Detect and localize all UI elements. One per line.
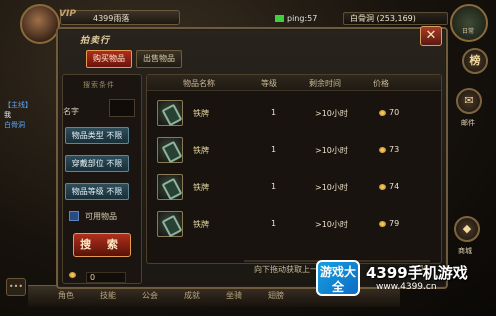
item-level: 1 bbox=[271, 108, 277, 117]
chat-line: 【主线】 bbox=[4, 101, 32, 109]
leaderboard-icon[interactable]: 榜 bbox=[462, 48, 488, 74]
gold-row: 0 bbox=[69, 271, 126, 283]
item-level: 1 bbox=[271, 145, 277, 154]
header-level: 等级 bbox=[261, 79, 277, 88]
menu-role[interactable]: 角色 bbox=[58, 290, 74, 301]
header-price: 价格 bbox=[373, 79, 389, 88]
gold-coin-icon bbox=[379, 184, 386, 190]
mail-label: 邮件 bbox=[461, 119, 475, 127]
tab-sell[interactable]: 出售物品 bbox=[136, 50, 182, 68]
watermark-url: www.4399.cn bbox=[376, 282, 437, 292]
vip-badge: VIP bbox=[59, 9, 76, 19]
chat-line: 白骨洞 bbox=[4, 121, 25, 129]
list-header: 物品名称 等级 剩余时间 价格 bbox=[147, 75, 441, 91]
watermark: 游戏大全 4399手机游戏 www.4399.cn bbox=[316, 260, 492, 298]
menu-wing[interactable]: 翅膀 bbox=[268, 290, 284, 301]
name-input[interactable] bbox=[109, 99, 135, 117]
more-icon[interactable]: ••• bbox=[6, 278, 26, 296]
iron-plate-icon[interactable] bbox=[157, 137, 183, 163]
player-bar: VIP 4399雨落 bbox=[59, 9, 180, 25]
item-level: 1 bbox=[271, 182, 277, 191]
player-avatar[interactable] bbox=[20, 4, 60, 44]
ping-text: ping:57 bbox=[287, 14, 318, 23]
table-row[interactable]: 铁牌 1 >10小时 73 bbox=[149, 134, 441, 170]
map-location: 白骨洞 (253,169) bbox=[343, 12, 448, 25]
item-name: 铁牌 bbox=[193, 109, 209, 118]
gold-coin-icon bbox=[379, 147, 386, 153]
table-row[interactable]: 铁牌 1 >10小时 70 bbox=[149, 97, 441, 133]
ping-indicator: ping:57 bbox=[275, 14, 317, 23]
chat-log: 【主线】 我 白骨洞 bbox=[4, 100, 54, 130]
mall-label: 商城 bbox=[458, 247, 472, 255]
filter-item-type[interactable]: 物品类型 不限 bbox=[65, 127, 129, 144]
iron-plate-icon[interactable] bbox=[157, 100, 183, 126]
name-label: 名字 bbox=[63, 107, 79, 116]
usable-checkbox-row[interactable]: 可用物品 bbox=[69, 211, 117, 223]
watermark-logo: 游戏大全 bbox=[316, 260, 360, 296]
usable-checkbox[interactable] bbox=[69, 211, 79, 221]
item-list: 物品名称 等级 剩余时间 价格 铁牌 1 >10小时 70 铁牌 1 >10小时… bbox=[146, 74, 442, 264]
item-name: 铁牌 bbox=[193, 220, 209, 229]
item-price: 70 bbox=[389, 108, 400, 117]
item-time: >10小时 bbox=[315, 109, 348, 118]
search-panel: 搜索条件 名字 物品类型 不限 穿戴部位 不限 物品等级 不限 可用物品 搜 索… bbox=[62, 74, 142, 284]
dialog-title: 拍卖行 bbox=[80, 36, 111, 46]
iron-plate-icon[interactable] bbox=[157, 174, 183, 200]
minimap[interactable] bbox=[450, 4, 488, 42]
item-price: 73 bbox=[389, 145, 400, 154]
header-name: 物品名称 bbox=[183, 79, 215, 88]
item-time: >10小时 bbox=[315, 220, 348, 229]
item-price: 79 bbox=[389, 219, 400, 228]
usable-label: 可用物品 bbox=[85, 212, 117, 221]
search-title: 搜索条件 bbox=[83, 81, 115, 89]
watermark-text: 4399手机游戏 bbox=[366, 264, 468, 282]
table-row[interactable]: 铁牌 1 >10小时 74 bbox=[149, 171, 441, 207]
gold-coin-icon bbox=[379, 110, 386, 116]
menu-skill[interactable]: 技能 bbox=[100, 290, 116, 301]
search-button[interactable]: 搜 索 bbox=[73, 233, 131, 257]
item-name: 铁牌 bbox=[193, 183, 209, 192]
gold-coin-icon bbox=[69, 272, 76, 278]
table-row[interactable]: 铁牌 1 >10小时 79 bbox=[149, 208, 441, 244]
gold-coin-icon bbox=[379, 221, 386, 227]
mail-icon[interactable]: ✉ bbox=[456, 88, 482, 114]
item-time: >10小时 bbox=[315, 183, 348, 192]
menu-mount[interactable]: 坐骑 bbox=[226, 290, 242, 301]
tab-buy[interactable]: 购买物品 bbox=[86, 50, 132, 68]
header-time: 剩余时间 bbox=[309, 79, 341, 88]
filter-wear-slot[interactable]: 穿戴部位 不限 bbox=[65, 155, 129, 172]
item-name: 铁牌 bbox=[193, 146, 209, 155]
close-button[interactable]: ✕ bbox=[420, 26, 442, 46]
mall-icon[interactable]: ◆ bbox=[454, 216, 480, 242]
iron-plate-icon[interactable] bbox=[157, 211, 183, 237]
filter-item-level[interactable]: 物品等级 不限 bbox=[65, 183, 129, 200]
signal-icon bbox=[275, 15, 284, 22]
item-price: 74 bbox=[389, 182, 400, 191]
menu-achievement[interactable]: 成就 bbox=[184, 290, 200, 301]
player-name: 4399雨落 bbox=[93, 14, 130, 23]
chat-line: 我 bbox=[4, 111, 11, 119]
item-time: >10小时 bbox=[315, 146, 348, 155]
item-level: 1 bbox=[271, 219, 277, 228]
gold-amount: 0 bbox=[86, 272, 126, 283]
menu-guild[interactable]: 公会 bbox=[142, 290, 158, 301]
daily-label[interactable]: 日常 bbox=[462, 26, 474, 35]
